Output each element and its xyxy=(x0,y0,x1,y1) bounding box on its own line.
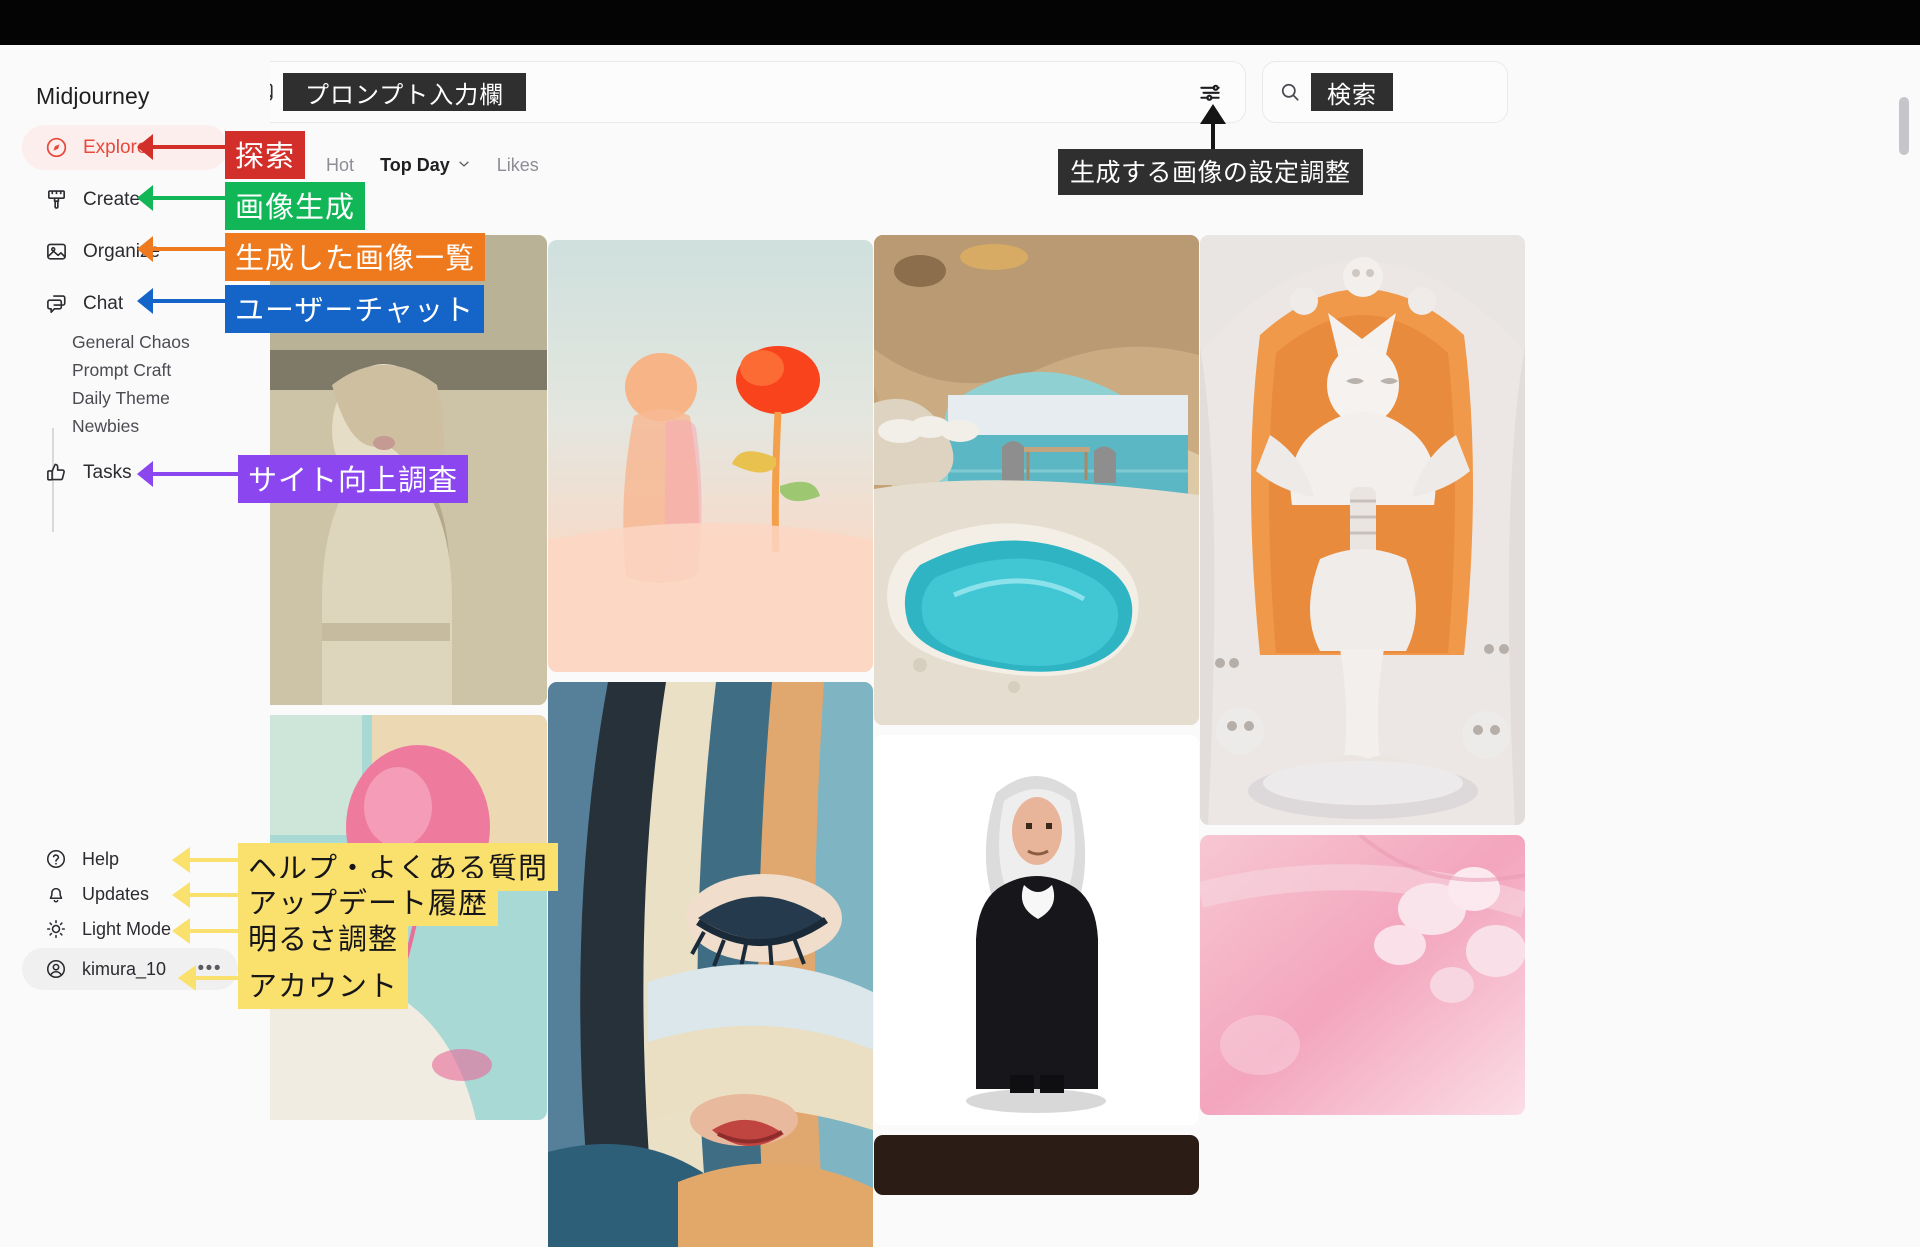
search-icon xyxy=(1279,81,1301,108)
prompt-input-redacted-label: プロンプト入力欄 xyxy=(283,73,526,111)
gallery-column xyxy=(1200,235,1525,1125)
sidebar-item-label: Help xyxy=(82,849,119,870)
gallery-card-pink-cherry-blossom[interactable] xyxy=(1200,835,1525,1115)
sidebar-item-explore[interactable]: Explore xyxy=(22,125,228,170)
brand-title: Midjourney xyxy=(36,83,150,110)
vertical-scrollbar-track[interactable] xyxy=(1903,45,1915,1247)
sidebar-item-label: Organize xyxy=(83,241,160,263)
sidebar-item-label: Light Mode xyxy=(82,919,171,940)
sidebar: Midjourney Explore xyxy=(0,45,270,1247)
gallery-card-pastel-child-and-rose[interactable] xyxy=(548,240,873,672)
gallery-card-seaside-cave-pool[interactable] xyxy=(874,235,1199,725)
bell-icon xyxy=(44,882,68,906)
tab-top-day-label: Top Day xyxy=(380,155,450,176)
gallery-card-abstract-face-waves[interactable] xyxy=(548,682,873,1247)
gallery-column xyxy=(548,240,873,1247)
sidebar-item-label: Explore xyxy=(83,137,147,159)
user-circle-icon xyxy=(44,957,68,981)
chat-channel-daily-theme[interactable]: Daily Theme xyxy=(72,388,170,409)
image-icon xyxy=(44,239,69,264)
sidebar-account[interactable]: kimura_10 ••• xyxy=(22,948,238,990)
gallery-card-pixel-art-newton[interactable] xyxy=(874,735,1199,1125)
sidebar-item-label: Updates xyxy=(82,884,149,905)
sun-icon xyxy=(44,917,68,941)
gallery-column xyxy=(222,235,547,1130)
gallery-column xyxy=(874,235,1199,1205)
sidebar-item-chat[interactable]: Chat xyxy=(22,281,228,326)
search-bar[interactable]: 検索 xyxy=(1262,61,1508,123)
sidebar-item-label: Tasks xyxy=(83,462,132,484)
chat-icon xyxy=(44,291,69,316)
app-window: Midjourney Explore xyxy=(0,45,1920,1247)
search-input-redacted-label: 検索 xyxy=(1311,73,1393,111)
sidebar-item-light-mode[interactable]: Light Mode xyxy=(22,908,228,950)
sidebar-item-tasks[interactable]: Tasks xyxy=(22,450,228,495)
image-settings-button[interactable] xyxy=(1193,77,1227,109)
sidebar-item-organize[interactable]: Organize xyxy=(22,229,228,274)
chat-channel-prompt-craft[interactable]: Prompt Craft xyxy=(72,360,171,381)
vertical-scrollbar-thumb[interactable] xyxy=(1899,97,1909,155)
tab-top-day[interactable]: Top Day xyxy=(380,155,471,176)
tab-likes[interactable]: Likes xyxy=(497,155,539,176)
chevron-down-icon xyxy=(457,155,471,176)
gallery-card-dark-strip[interactable] xyxy=(874,1135,1199,1195)
thumbs-up-icon xyxy=(44,460,69,485)
compass-icon xyxy=(44,135,69,160)
prompt-input-bar[interactable]: プロンプト入力欄 xyxy=(232,61,1246,123)
gallery-card-bone-cat-statue[interactable] xyxy=(1200,235,1525,825)
gallery-card-sepia-braided-hair-portrait[interactable] xyxy=(222,235,547,705)
account-username: kimura_10 xyxy=(82,959,166,980)
chat-channel-newbies[interactable]: Newbies xyxy=(72,416,139,437)
tab-hot[interactable]: Hot xyxy=(326,155,354,176)
filter-tabs: Random Hot Top Day Likes xyxy=(232,155,539,176)
gallery-card-pink-balloon-painting[interactable] xyxy=(222,715,547,1120)
sidebar-item-create[interactable]: Create xyxy=(22,177,228,222)
chat-channel-general-chaos[interactable]: General Chaos xyxy=(72,332,190,353)
brush-icon xyxy=(44,187,69,212)
os-title-bar xyxy=(0,0,1920,45)
question-circle-icon xyxy=(44,847,68,871)
sidebar-item-label: Chat xyxy=(83,293,123,315)
account-menu-icon[interactable]: ••• xyxy=(198,965,222,973)
sidebar-item-label: Create xyxy=(83,189,140,211)
image-gallery-grid xyxy=(222,195,1872,1247)
